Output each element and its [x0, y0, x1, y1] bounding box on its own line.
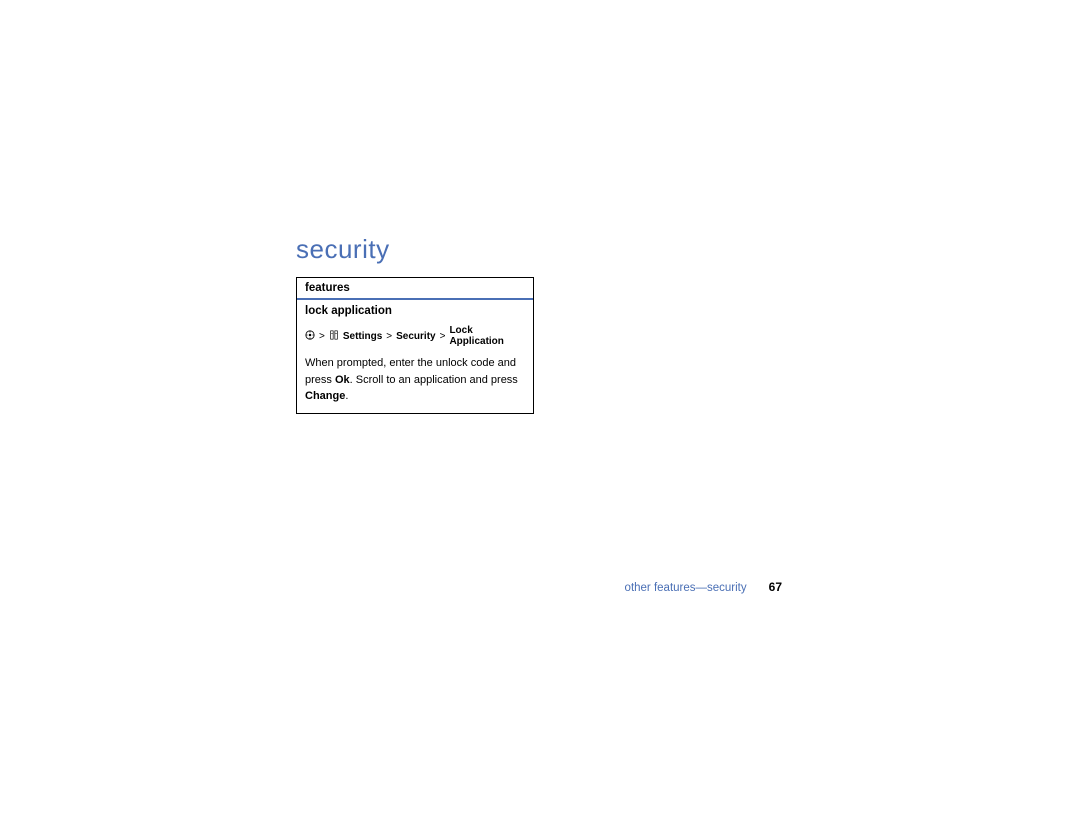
- dpad-icon: [305, 330, 315, 343]
- footer-section-label: other features—security: [625, 582, 747, 594]
- table-header: features: [297, 278, 533, 300]
- nav-path-security: Security: [396, 331, 435, 342]
- nav-path-lock-application: Lock Application: [449, 325, 525, 347]
- feature-name: lock application: [297, 300, 533, 321]
- page-footer: other features—security 67: [625, 580, 782, 594]
- desc-part3: .: [345, 390, 348, 402]
- page-number: 67: [769, 580, 782, 594]
- features-table: features lock application >: [296, 277, 534, 414]
- page-content: security features lock application >: [296, 234, 534, 414]
- nav-separator: >: [440, 331, 446, 342]
- feature-description: When prompted, enter the unlock code and…: [297, 351, 533, 413]
- nav-path-settings: Settings: [343, 331, 382, 342]
- nav-separator: >: [386, 331, 392, 342]
- navigation-path: > Settings > Security > Lock Application: [297, 321, 533, 351]
- desc-ok: Ok: [335, 374, 350, 386]
- desc-part2: . Scroll to an application and press: [350, 374, 518, 386]
- section-title: security: [296, 234, 534, 265]
- tools-icon: [329, 330, 339, 343]
- nav-separator: >: [319, 331, 325, 342]
- desc-change: Change: [305, 390, 345, 402]
